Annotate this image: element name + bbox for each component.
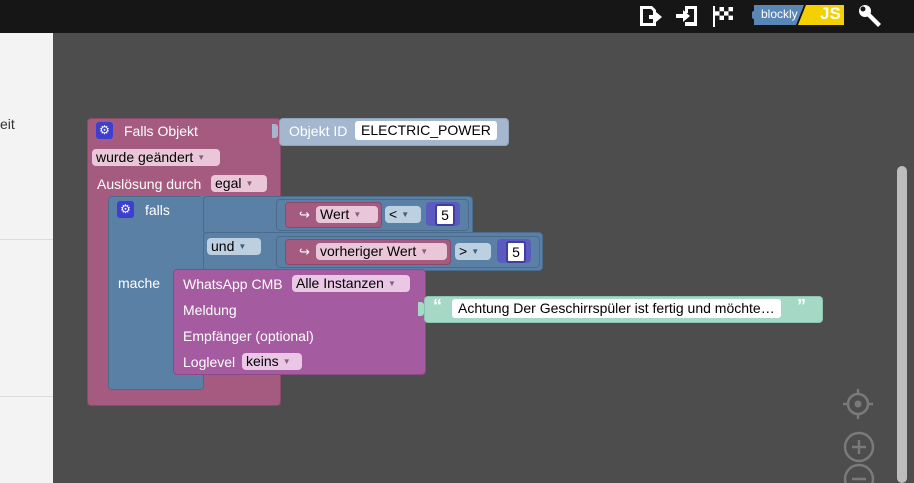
- export-icon[interactable]: [637, 3, 663, 29]
- var-dropdown-wert[interactable]: Wert ▼: [316, 206, 378, 223]
- chevron-down-icon: ▼: [245, 179, 254, 188]
- open-quote-icon: “: [433, 296, 442, 316]
- loglevel-value: keins: [246, 353, 279, 369]
- arrow-icon: ↪: [299, 244, 310, 259]
- operator-value: <: [389, 206, 398, 222]
- number-input-2[interactable]: 5: [506, 241, 526, 263]
- recenter-icon[interactable]: [842, 388, 874, 420]
- close-quote-icon: ”: [797, 296, 806, 316]
- instance-value: Alle Instanzen: [296, 275, 384, 291]
- sidebar-divider: [0, 396, 53, 397]
- zoom-out-icon[interactable]: [843, 463, 875, 483]
- message-label: Meldung: [183, 302, 237, 318]
- gear-icon[interactable]: ⚙: [117, 201, 134, 218]
- loglevel-dropdown[interactable]: keins ▼: [242, 353, 302, 370]
- chevron-down-icon: ▼: [282, 357, 291, 366]
- number-input-1[interactable]: 5: [435, 204, 455, 226]
- trigger-value: egal: [215, 175, 242, 191]
- chevron-down-icon: ▼: [387, 279, 396, 288]
- operator-dropdown-1[interactable]: < ▼: [385, 206, 421, 223]
- chevron-down-icon: ▼: [471, 247, 480, 256]
- connector-tab: [272, 124, 278, 138]
- wrench-icon[interactable]: [857, 3, 883, 29]
- instance-dropdown[interactable]: Alle Instanzen ▼: [292, 275, 410, 292]
- top-toolbar: blockly JS: [0, 0, 914, 33]
- recipient-label: Empfänger (optional): [183, 328, 314, 344]
- and-dropdown[interactable]: und ▼: [207, 238, 261, 255]
- trigger-label: Auslösung durch: [97, 176, 202, 192]
- loglevel-label: Loglevel: [183, 354, 236, 370]
- var-value: vorheriger Wert: [320, 243, 417, 259]
- trigger-title: Falls Objekt: [124, 123, 198, 139]
- js-label: JS: [820, 4, 841, 23]
- operator-dropdown-2[interactable]: > ▼: [455, 243, 491, 260]
- object-id-input[interactable]: ELECTRIC_POWER: [355, 121, 497, 140]
- chevron-down-icon: ▼: [420, 247, 429, 256]
- blockly-label: blockly: [761, 7, 798, 21]
- zoom-in-icon[interactable]: [843, 431, 875, 463]
- gear-icon[interactable]: ⚙: [96, 122, 113, 139]
- import-icon[interactable]: [674, 3, 700, 29]
- sidebar-divider: [0, 239, 53, 240]
- trigger-dropdown[interactable]: egal ▼: [211, 175, 267, 192]
- do-label: mache: [118, 275, 161, 291]
- sidebar-truncated-text: eit: [0, 116, 15, 132]
- chevron-down-icon: ▼: [197, 153, 206, 162]
- vertical-scrollbar[interactable]: [897, 166, 907, 483]
- chevron-down-icon: ▼: [353, 210, 362, 219]
- whatsapp-title: WhatsApp CMB: [183, 276, 283, 292]
- if-label: falls: [145, 202, 170, 218]
- blockly-js-toggle[interactable]: blockly JS: [752, 3, 844, 27]
- arrow-icon: ↪: [299, 207, 310, 222]
- var-dropdown-vorheriger-wert[interactable]: vorheriger Wert ▼: [316, 243, 447, 260]
- checkered-flag-icon[interactable]: [710, 3, 736, 29]
- condition-value: wurde geändert: [96, 149, 194, 165]
- and-value: und: [211, 238, 235, 254]
- left-sidebar: eit: [0, 33, 53, 483]
- chevron-down-icon: ▼: [401, 210, 410, 219]
- object-id-label: Objekt ID: [289, 123, 348, 139]
- condition-dropdown[interactable]: wurde geändert ▼: [92, 149, 220, 166]
- operator-value: >: [459, 243, 468, 259]
- message-text-input[interactable]: Achtung Der Geschirrspüler ist fertig un…: [452, 299, 781, 318]
- chevron-down-icon: ▼: [238, 242, 247, 251]
- var-value: Wert: [320, 206, 350, 222]
- connector-tab: [418, 302, 424, 316]
